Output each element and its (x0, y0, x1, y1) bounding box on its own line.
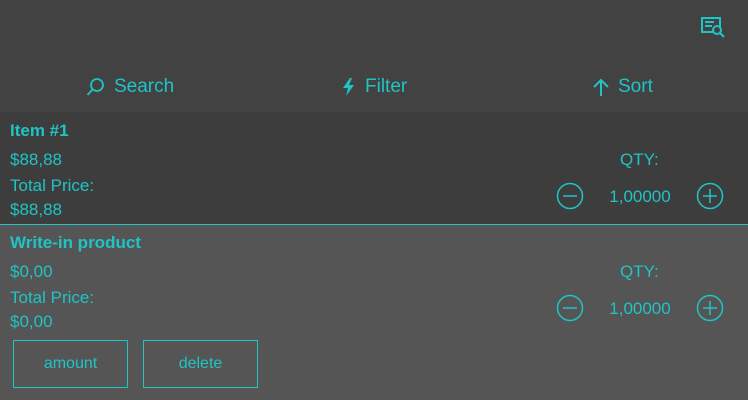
sort-label: Sort (618, 76, 653, 97)
total-price-value: $0,00 (10, 312, 53, 331)
filter-button[interactable]: Filter (341, 74, 407, 100)
delete-button[interactable]: delete (143, 340, 258, 388)
search-icon (86, 77, 106, 97)
plus-circle-icon[interactable] (696, 182, 724, 210)
minus-circle-icon[interactable] (556, 182, 584, 210)
arrow-up-icon (592, 77, 610, 97)
qty-value: 1,00000 (609, 187, 671, 206)
qty-value: 1,00000 (609, 299, 671, 318)
search-label: Search (114, 76, 175, 97)
list-item[interactable]: Write-in product $0,00 Total Price: $0,0… (0, 225, 748, 400)
total-price-label: Total Price: (10, 176, 95, 195)
total-price-label: Total Price: (10, 288, 95, 307)
sort-button[interactable]: Sort (592, 74, 653, 100)
search-button[interactable]: Search (86, 74, 174, 100)
amount-button[interactable]: amount (13, 340, 128, 388)
qty-label: QTY: (620, 150, 659, 169)
qty-label: QTY: (620, 262, 659, 281)
item-price: $0,00 (10, 262, 53, 281)
total-price-value: $88,88 (10, 200, 62, 219)
top-bar (0, 0, 748, 60)
item-name: Item #1 (10, 121, 69, 140)
item-name: Write-in product (10, 233, 141, 252)
lightning-icon (341, 77, 357, 97)
minus-circle-icon[interactable] (556, 294, 584, 322)
item-price: $88,88 (10, 150, 62, 169)
dictionary-search-icon[interactable] (700, 15, 726, 39)
filter-label: Filter (365, 76, 408, 97)
plus-circle-icon[interactable] (696, 294, 724, 322)
toolbar: Search Filter Sort (0, 60, 748, 112)
list-item[interactable]: Item #1 $88,88 Total Price: $88,88 QTY: … (0, 113, 748, 224)
